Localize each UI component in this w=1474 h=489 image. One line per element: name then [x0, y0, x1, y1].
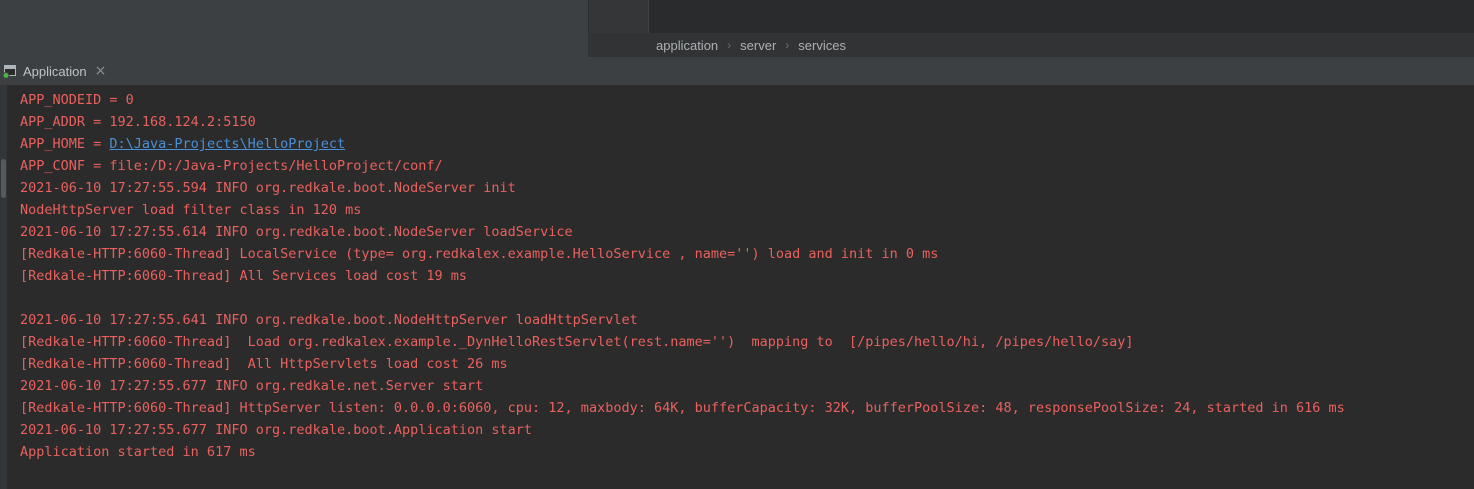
log-text: APP_NODEID = 0 — [20, 92, 134, 108]
log-text: APP_HOME = — [20, 136, 109, 152]
ide-root: application › server › services Application … — [0, 0, 1474, 489]
log-text: APP_CONF = file:/D:/Java-Projects/HelloP… — [20, 158, 443, 174]
console-line: 2021-06-10 17:27:55.594 INFO org.redkale… — [20, 177, 1474, 199]
console-panel: APP_NODEID = 0 APP_ADDR = 192.168.124.2:5… — [0, 85, 1474, 489]
log-text: 2021-06-10 17:27:55.594 INFO org.redkale… — [20, 180, 516, 196]
console-line: APP_ADDR = 192.168.124.2:5150 — [20, 111, 1474, 133]
editor-pane — [648, 0, 1474, 33]
log-text: [Redkale-HTTP:6060-Thread] LocalService … — [20, 246, 938, 262]
console-line: 2021-06-10 17:27:55.677 INFO org.redkale… — [20, 375, 1474, 397]
file-path-link[interactable]: D:\Java-Projects\HelloProject — [109, 136, 345, 152]
breadcrumb-item-server[interactable]: server — [740, 38, 776, 53]
log-text: Application started in 617 ms — [20, 444, 256, 460]
console-line: Application started in 617 ms — [20, 441, 1474, 463]
log-text: [Redkale-HTTP:6060-Thread] All Services … — [20, 268, 467, 284]
console-line: 2021-06-10 17:27:55.677 INFO org.redkale… — [20, 419, 1474, 441]
console-line: APP_HOME = D:\Java-Projects\HelloProject — [20, 133, 1474, 155]
log-text: 2021-06-10 17:27:55.677 INFO org.redkale… — [20, 422, 532, 438]
log-text: [Redkale-HTTP:6060-Thread] HttpServer li… — [20, 400, 1345, 416]
console-line: [Redkale-HTTP:6060-Thread] Load org.redk… — [20, 331, 1474, 353]
console-line: APP_CONF = file:/D:/Java-Projects/HelloP… — [20, 155, 1474, 177]
breadcrumb-separator: › — [785, 38, 789, 52]
console-line: [Redkale-HTTP:6060-Thread] HttpServer li… — [20, 397, 1474, 419]
console-line — [20, 287, 1474, 309]
log-text: [Redkale-HTTP:6060-Thread] All HttpServl… — [20, 356, 508, 372]
console-line: 2021-06-10 17:27:55.641 INFO org.redkale… — [20, 309, 1474, 331]
log-text: 2021-06-10 17:27:55.614 INFO org.redkale… — [20, 224, 573, 240]
log-text: [Redkale-HTTP:6060-Thread] Load org.redk… — [20, 334, 1134, 350]
console-output[interactable]: APP_NODEID = 0 APP_ADDR = 192.168.124.2:5… — [7, 89, 1474, 489]
breadcrumb-separator: › — [727, 38, 731, 52]
console-line: 2021-06-10 17:27:55.614 INFO org.redkale… — [20, 221, 1474, 243]
console-line: NodeHttpServer load filter class in 120 … — [20, 199, 1474, 221]
console-line: APP_NODEID = 0 — [20, 89, 1474, 111]
breadcrumb-item-services[interactable]: services — [798, 38, 846, 53]
log-text: 2021-06-10 17:27:55.641 INFO org.redkale… — [20, 312, 638, 328]
left-scrollbar-track[interactable] — [0, 85, 7, 489]
tab-label: Application — [23, 64, 87, 79]
run-tool-window-tabbar: Application × — [0, 57, 1474, 85]
tab-application[interactable]: Application × — [2, 59, 106, 83]
log-text: APP_ADDR = 192.168.124.2:5150 — [20, 114, 256, 130]
log-text: NodeHttpServer load filter class in 120 … — [20, 202, 361, 218]
console-icon — [2, 63, 18, 79]
console-line: [Redkale-HTTP:6060-Thread] All HttpServl… — [20, 353, 1474, 375]
editor-pane-edge — [588, 0, 648, 33]
console-line: [Redkale-HTTP:6060-Thread] All Services … — [20, 265, 1474, 287]
close-icon[interactable]: × — [95, 64, 107, 78]
breadcrumb: application › server › services — [588, 33, 1474, 57]
tool-window-header-area — [0, 0, 588, 57]
breadcrumb-item-application[interactable]: application — [656, 38, 718, 53]
log-text: 2021-06-10 17:27:55.677 INFO org.redkale… — [20, 378, 483, 394]
console-line: [Redkale-HTTP:6060-Thread] LocalService … — [20, 243, 1474, 265]
scrollbar-thumb[interactable] — [1, 159, 6, 198]
